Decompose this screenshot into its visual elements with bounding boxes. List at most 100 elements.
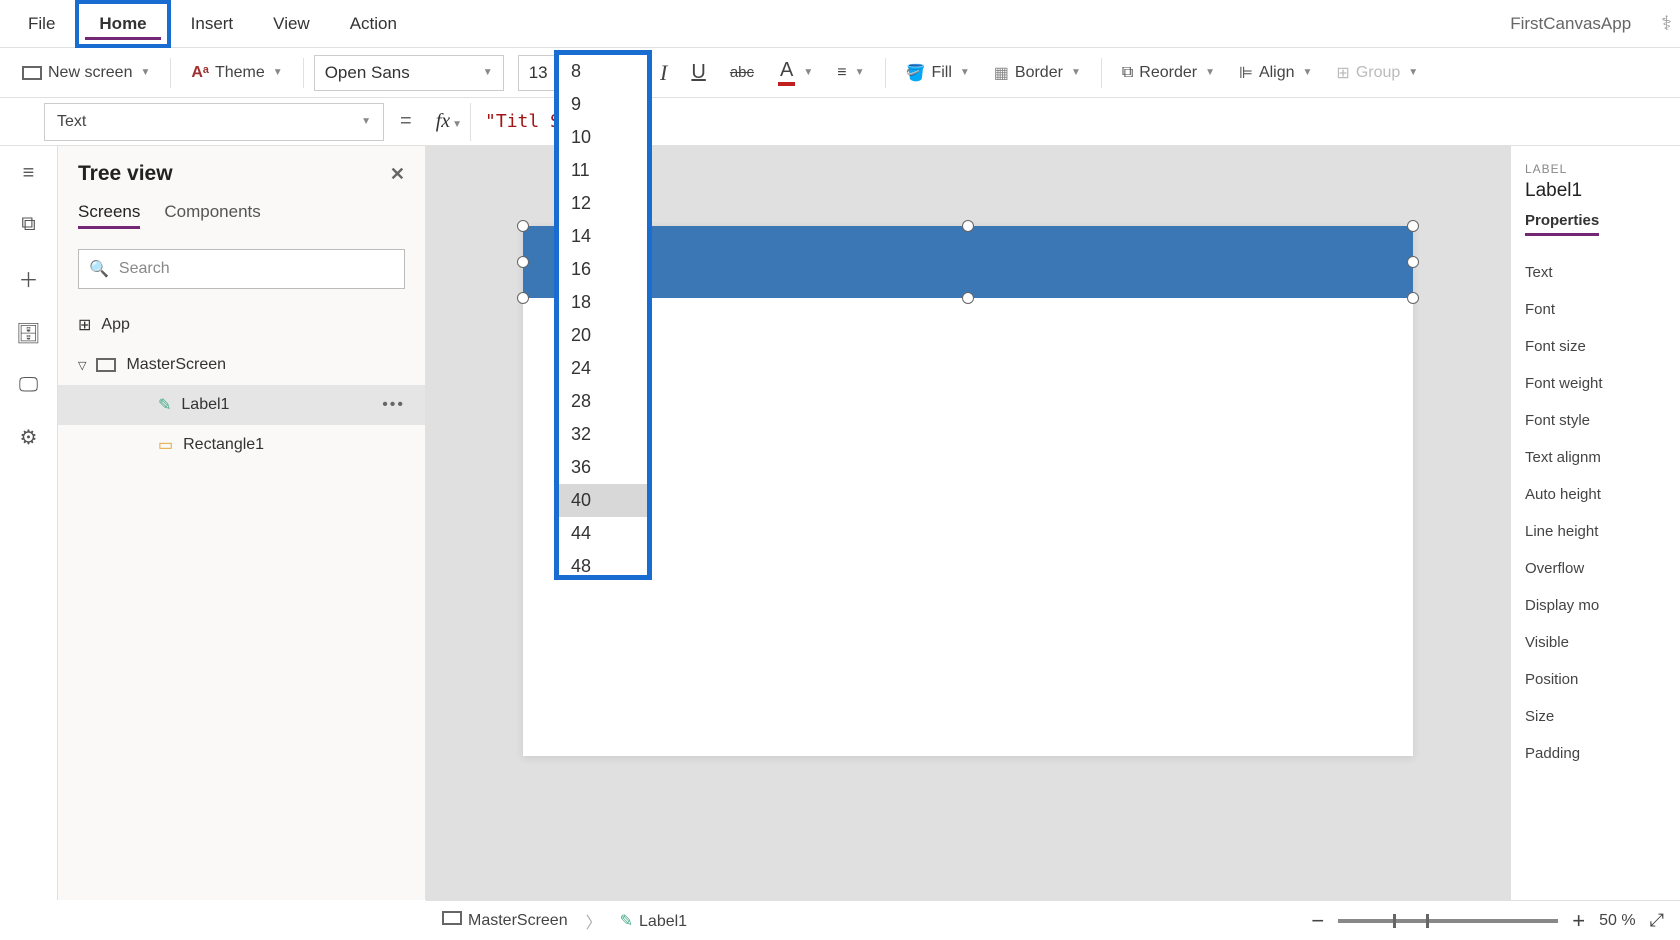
font-size-option-9[interactable]: 9 [559,88,647,121]
property-row[interactable]: Overflow [1525,550,1666,587]
label-icon: ✎ [158,395,171,415]
data-icon[interactable]: 🗄 [16,321,41,346]
property-row[interactable]: Font style [1525,402,1666,439]
font-size-option-10[interactable]: 10 [559,121,647,154]
property-row[interactable]: Line height [1525,513,1666,550]
font-size-option-32[interactable]: 32 [559,418,647,451]
border-icon: ▦ [994,63,1009,83]
tree-item-rectangle1[interactable]: ▭ Rectangle1 [58,425,425,465]
insert-icon[interactable]: ＋ [19,264,39,293]
property-row[interactable]: Text alignm [1525,439,1666,476]
resize-handle[interactable] [517,292,529,304]
property-dropdown[interactable]: Text ▼ [44,103,384,141]
italic-button[interactable]: I [650,53,677,93]
align-label: Align [1259,64,1295,82]
font-size-option-11[interactable]: 11 [559,154,647,187]
strikethrough-button[interactable]: abc [720,53,764,93]
fill-button[interactable]: 🪣Fill▼ [896,53,980,93]
font-size-option-8[interactable]: 8 [559,55,647,88]
align-button[interactable]: ⊫Align▼ [1229,53,1322,93]
tree-app[interactable]: ⊞ App [58,305,425,345]
menu-action[interactable]: Action [330,0,417,48]
resize-handle[interactable] [517,220,529,232]
resize-handle[interactable] [1407,220,1419,232]
font-family-select[interactable]: Open Sans ▼ [314,55,504,91]
property-row[interactable]: Size [1525,698,1666,735]
tab-properties[interactable]: Properties [1525,212,1599,236]
font-size-option-36[interactable]: 36 [559,451,647,484]
tree-screen[interactable]: ▽ MasterScreen [58,345,425,385]
resize-handle[interactable] [517,256,529,268]
zoom-in-button[interactable]: + [1572,908,1585,934]
breadcrumb-screen[interactable]: MasterScreen [442,911,568,930]
breadcrumb-label: MasterScreen [468,912,568,929]
fullscreen-icon[interactable]: ⤢ [1650,910,1664,931]
resize-handle[interactable] [1407,292,1419,304]
breadcrumb-control[interactable]: ✎Label1 [620,911,687,931]
hamburger-icon[interactable]: ≡ [23,162,35,185]
media-icon[interactable]: 🖵 [19,374,38,397]
property-row[interactable]: Font [1525,291,1666,328]
property-row[interactable]: Display mo [1525,587,1666,624]
resize-handle[interactable] [1407,256,1419,268]
property-row[interactable]: Text [1525,254,1666,291]
group-icon: ⊞ [1336,63,1349,83]
tree-view-icon[interactable]: ⧉ [21,213,35,236]
screen-icon [96,358,116,372]
property-row[interactable]: Font size [1525,328,1666,365]
tab-components[interactable]: Components [164,202,260,229]
advanced-icon[interactable]: ⚙ [20,425,38,450]
property-row[interactable]: Padding [1525,735,1666,772]
property-row[interactable]: Position [1525,661,1666,698]
tree-item-label: Rectangle1 [183,436,264,454]
tab-screens[interactable]: Screens [78,202,140,229]
menu-home[interactable]: Home [75,0,170,48]
diagnostics-icon[interactable]: ⚕ [1661,11,1672,36]
font-size-option-40[interactable]: 40 [559,484,647,517]
font-size-option-48[interactable]: 48 [559,550,647,575]
tree-item-label1[interactable]: ✎ Label1 ••• [58,385,425,425]
search-placeholder: Search [119,260,170,278]
font-size-option-12[interactable]: 12 [559,187,647,220]
chevron-down-icon[interactable]: ▽ [78,359,86,372]
resize-handle[interactable] [962,220,974,232]
font-color-button[interactable]: A▼ [768,53,823,93]
group-label: Group [1356,64,1400,82]
rectangle-icon: ▭ [158,435,173,455]
group-button[interactable]: ⊞Group▼ [1326,53,1428,93]
font-size-option-44[interactable]: 44 [559,517,647,550]
new-screen-button[interactable]: New screen ▼ [12,53,160,93]
more-icon[interactable]: ••• [382,396,405,414]
font-size-option-18[interactable]: 18 [559,286,647,319]
theme-button[interactable]: Aᵃ Theme ▼ [181,53,292,93]
selected-label-control[interactable] [523,226,1413,298]
text-align-button[interactable]: ≡▼ [827,53,874,93]
zoom-slider[interactable] [1338,919,1558,923]
property-row[interactable]: Font weight [1525,365,1666,402]
resize-handle[interactable] [962,292,974,304]
font-size-option-20[interactable]: 20 [559,319,647,352]
canvas-screen[interactable] [523,226,1413,756]
fx-button[interactable]: fx▼ [428,110,470,133]
formula-bar: Text ▼ = fx▼ "Titl Screen" [0,98,1680,146]
font-size-option-16[interactable]: 16 [559,253,647,286]
close-icon[interactable]: ✕ [390,164,405,185]
property-row[interactable]: Visible [1525,624,1666,661]
reorder-button[interactable]: ⧉Reorder▼ [1112,53,1225,93]
zoom-out-button[interactable]: − [1311,908,1324,934]
menu-view[interactable]: View [253,0,330,48]
screen-icon [442,911,462,925]
border-button[interactable]: ▦Border▼ [984,53,1091,93]
font-size-option-24[interactable]: 24 [559,352,647,385]
reorder-label: Reorder [1139,64,1197,82]
font-size-option-14[interactable]: 14 [559,220,647,253]
font-size-option-28[interactable]: 28 [559,385,647,418]
search-input[interactable]: 🔍 Search [78,249,405,289]
property-row[interactable]: Auto height [1525,476,1666,513]
underline-button[interactable]: U [681,53,715,93]
menu-file[interactable]: File [8,0,75,48]
chevron-right-icon: 〉 [586,909,602,933]
control-name[interactable]: Label1 [1525,180,1666,202]
toolbar: New screen ▼ Aᵃ Theme ▼ Open Sans ▼ 13 ▼… [0,48,1680,98]
menu-insert[interactable]: Insert [171,0,254,48]
